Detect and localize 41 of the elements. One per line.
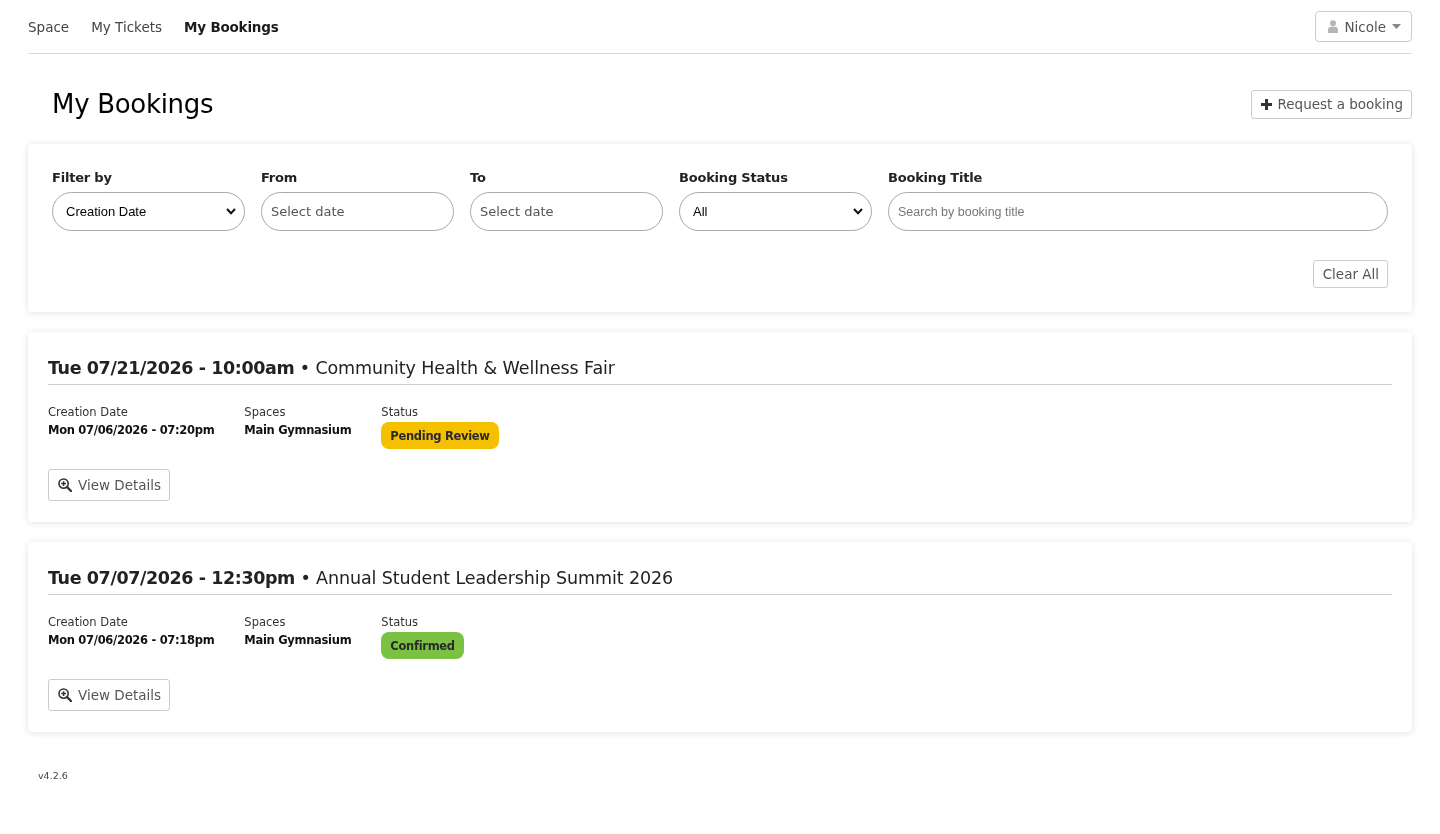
date-field[interactable]: Select date	[261, 192, 454, 231]
caret-down-icon	[1392, 24, 1401, 29]
select-field[interactable]: Creation Date	[52, 192, 245, 231]
booking-heading: Tue 07/07/2026 - 12:30pm • Annual Student Leadership Summit 2026	[48, 566, 1392, 595]
detail-value: Mon 07/06/2026 - 07:20pm	[48, 422, 215, 438]
select-field[interactable]: All	[679, 192, 872, 231]
plus-icon	[1260, 98, 1272, 110]
status-badge: Pending Review	[381, 422, 499, 449]
detail-label: Spaces	[244, 614, 286, 630]
detail-label: Creation Date	[48, 404, 128, 420]
nav-tab[interactable]: My Bookings	[184, 16, 279, 37]
detail-value: Mon 07/06/2026 - 07:18pm	[48, 632, 215, 648]
booking-heading: Tue 07/21/2026 - 10:00am • Community Health & Wellness Fair	[48, 356, 1392, 385]
filter-label: To	[470, 169, 487, 186]
request-booking-button[interactable]: Request a booking	[1250, 89, 1412, 119]
page-title: My Bookings	[52, 89, 214, 119]
search-field[interactable]: Search by booking title	[888, 192, 1388, 231]
chevron-down-icon	[853, 208, 863, 215]
user-icon	[1328, 20, 1339, 33]
nav-tab[interactable]: My Tickets	[91, 16, 163, 37]
nav-tab[interactable]: Space	[28, 16, 70, 37]
filter-label: Filter by	[52, 169, 113, 186]
detail-value: Main Gymnasium	[244, 422, 352, 438]
view-details-button[interactable]: View Details	[48, 469, 171, 501]
filter-label: From	[261, 169, 299, 186]
status-badge: Confirmed	[381, 632, 464, 659]
date-field[interactable]: Select date	[470, 192, 663, 231]
detail-label: Spaces	[244, 404, 286, 420]
detail-label: Status	[381, 404, 418, 420]
version-text: v4.2.6	[38, 770, 68, 781]
filter-label: Booking Status	[679, 169, 789, 186]
zoom-in-icon	[58, 478, 72, 492]
view-details-button[interactable]: View Details	[48, 679, 171, 711]
user-menu-button[interactable]: Nicole	[1315, 11, 1412, 42]
zoom-in-icon	[58, 688, 72, 702]
chevron-down-icon	[226, 208, 236, 215]
detail-label: Status	[381, 614, 418, 630]
clear-all-button[interactable]: Clear All	[1312, 260, 1388, 288]
filter-label: Booking Title	[888, 169, 984, 186]
detail-value: Main Gymnasium	[244, 632, 352, 648]
detail-label: Creation Date	[48, 614, 128, 630]
